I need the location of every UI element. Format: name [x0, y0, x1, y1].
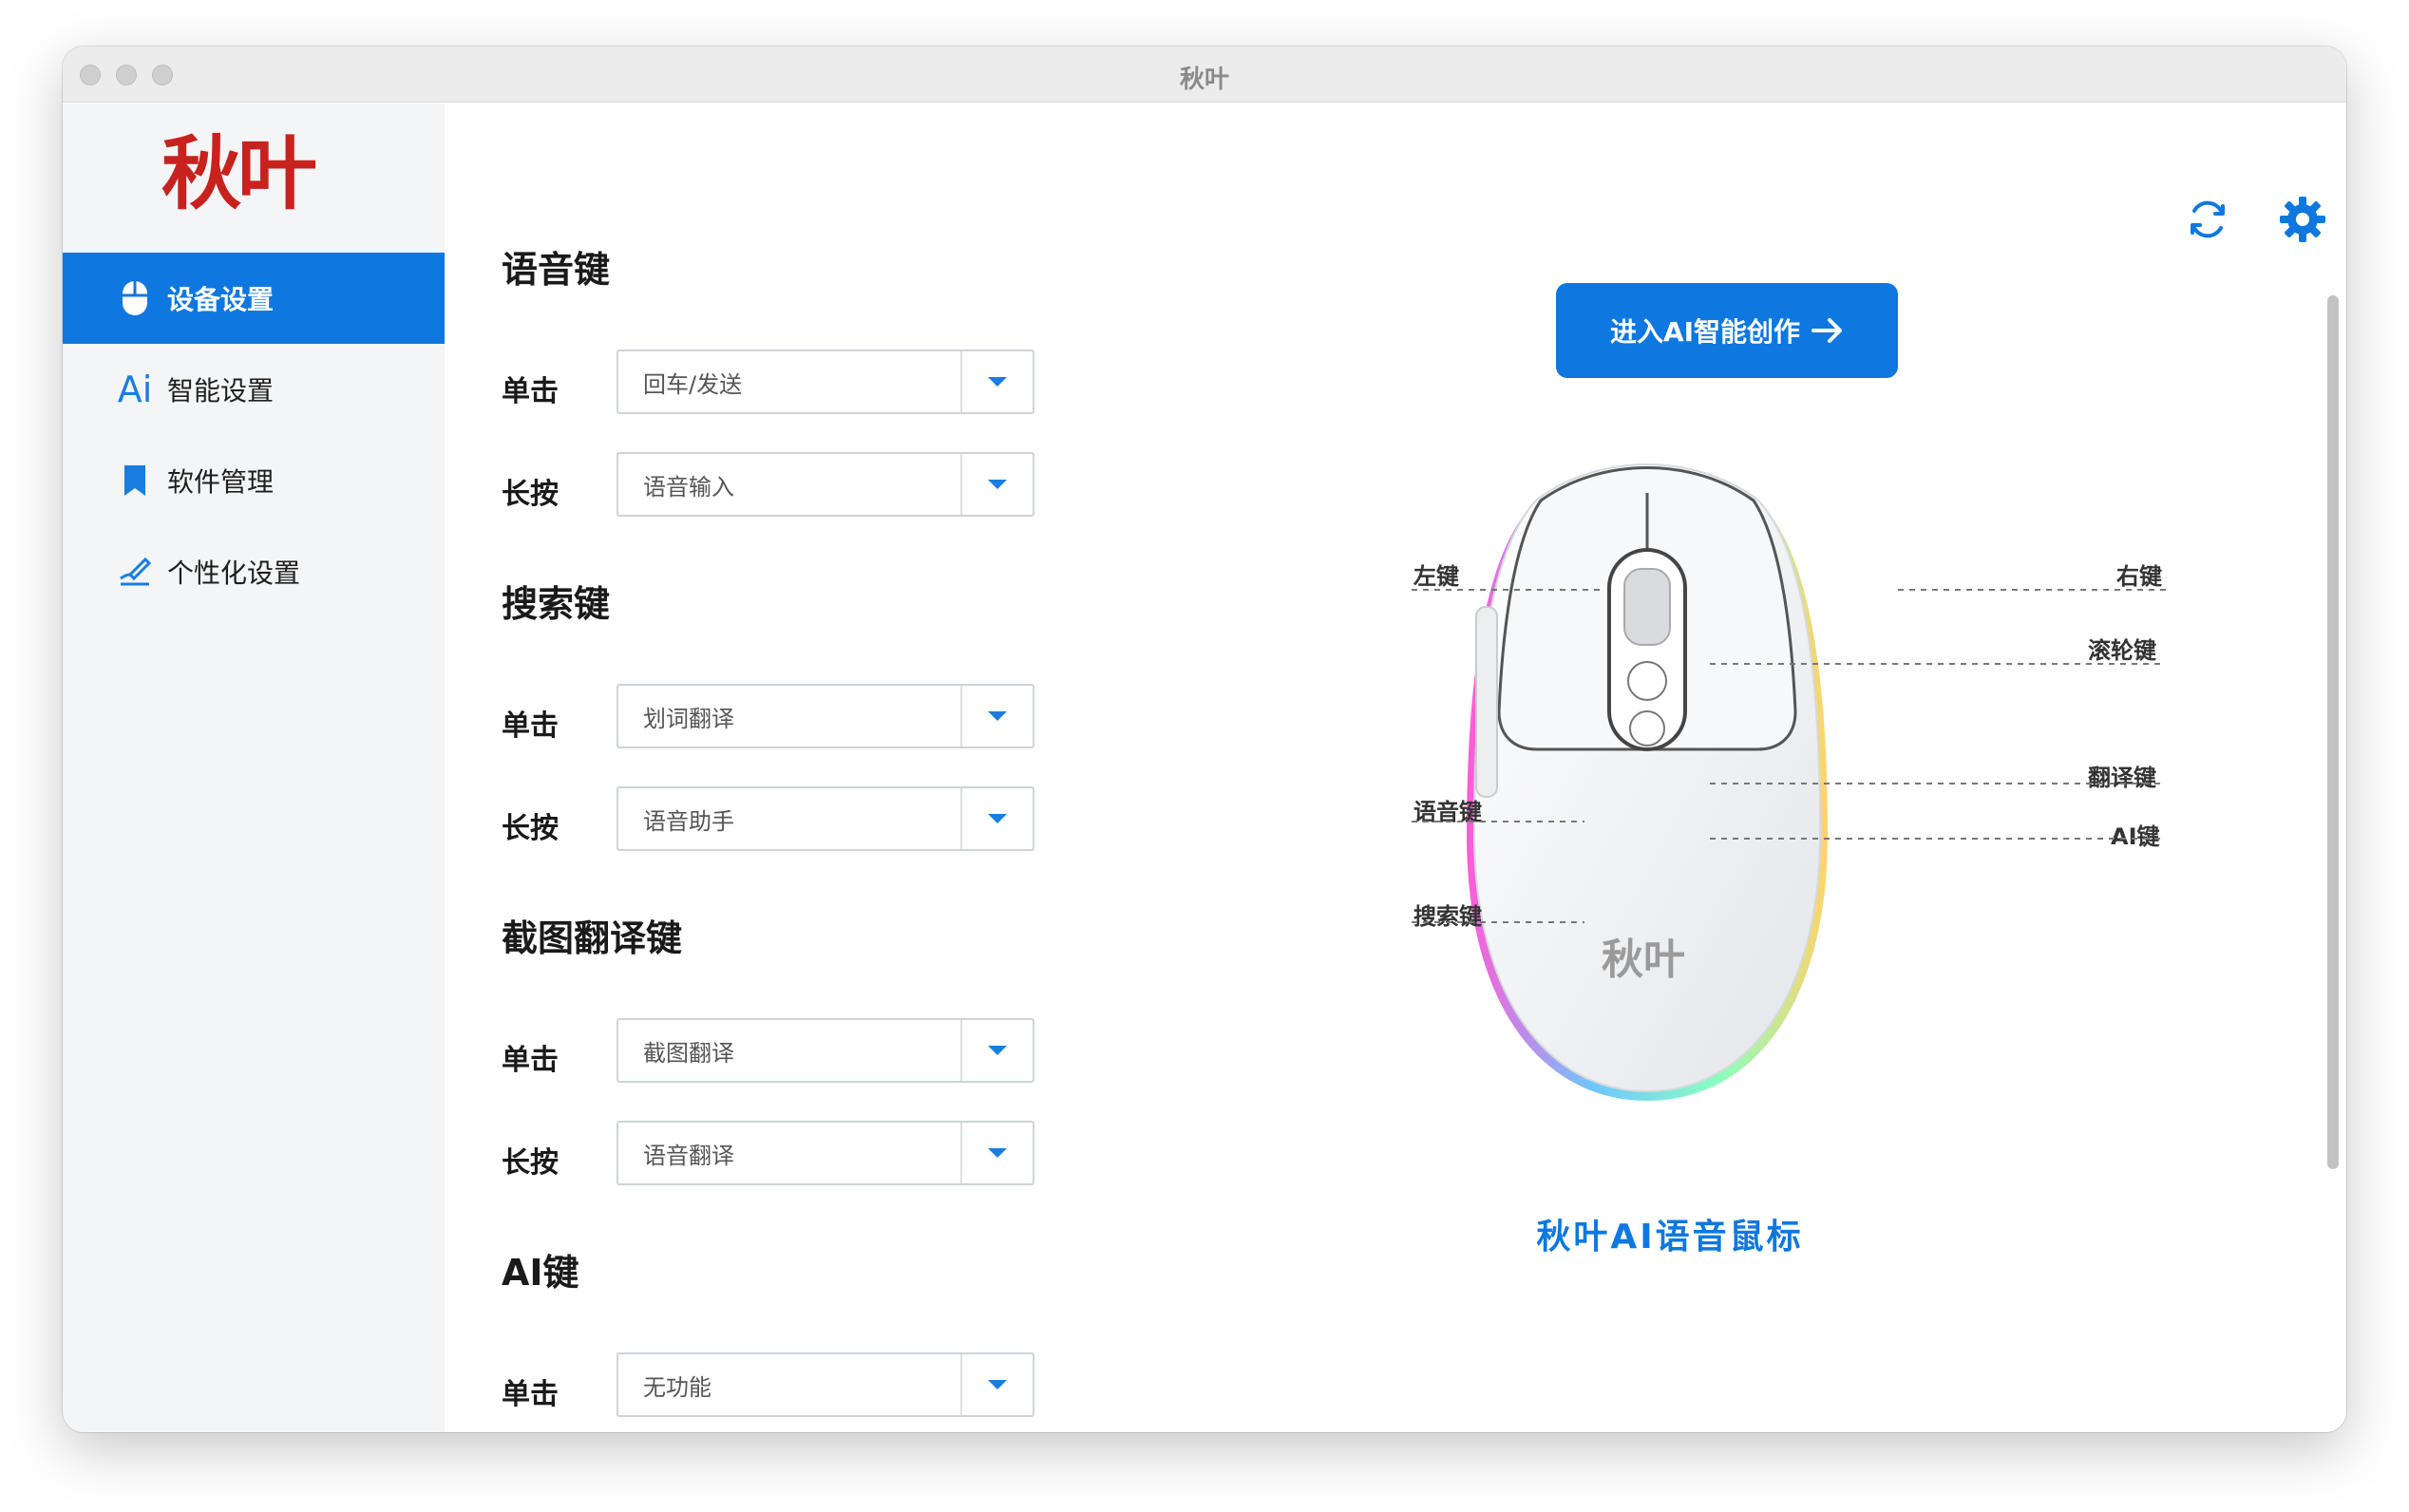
- enter-ai-creation-button[interactable]: 进入AI智能创作: [1556, 283, 1898, 378]
- dropdown-button[interactable]: [960, 1123, 1033, 1183]
- search-key-long-press-select[interactable]: 语音助手: [616, 786, 1034, 851]
- select-value: 语音助手: [643, 807, 734, 835]
- section-title-search-key: 搜索键: [502, 583, 611, 625]
- select-value: 语音输入: [643, 473, 734, 501]
- voice-key-click-select[interactable]: 回车/发送: [616, 350, 1034, 414]
- bookmark-icon: [114, 460, 156, 501]
- sidebar-item-personalization[interactable]: 个性化设置: [63, 526, 445, 617]
- arrow-right-icon: [1811, 318, 1843, 343]
- section-title-voice-key: 语音键: [502, 249, 611, 291]
- voice-key-long-press-select[interactable]: 语音输入: [616, 452, 1034, 517]
- sidebar-item-label: 智能设置: [167, 375, 275, 406]
- callout-translate-key: 翻译键: [2088, 765, 2156, 791]
- row-label-click: 单击: [502, 709, 559, 743]
- sidebar-item-ai-settings[interactable]: Ai 智能设置: [63, 344, 445, 435]
- callout-left-key: 左键: [1413, 563, 1459, 590]
- dropdown-button[interactable]: [960, 788, 1033, 849]
- caret-down-icon: [988, 1148, 1007, 1158]
- dropdown-button[interactable]: [960, 454, 1033, 515]
- row-label-long-press: 长按: [502, 478, 559, 511]
- row-label-long-press: 长按: [502, 1146, 559, 1180]
- sidebar-item-software-management[interactable]: 软件管理: [63, 435, 445, 526]
- callout-search-key: 搜索键: [1413, 903, 1482, 930]
- caret-down-icon: [988, 1380, 1007, 1389]
- sidebar-item-device-settings[interactable]: 设备设置: [63, 253, 445, 344]
- row-label-long-press: 长按: [502, 812, 559, 845]
- dropdown-button[interactable]: [960, 1354, 1033, 1415]
- refresh-icon[interactable]: [2181, 193, 2234, 246]
- mouse-brand-text: 秋叶: [1602, 936, 1685, 984]
- callout-voice-key: 语音键: [1413, 799, 1482, 825]
- dropdown-button[interactable]: [960, 1020, 1033, 1081]
- callout-scroll-wheel: 滚轮键: [2088, 637, 2156, 664]
- select-value: 截图翻译: [643, 1039, 734, 1067]
- ai-icon: Ai: [117, 369, 153, 410]
- callout-ai-key: AI键: [2111, 823, 2160, 850]
- sidebar: 秋叶 设备设置 Ai 智能设置 软件管理 个性化设置: [63, 104, 445, 1432]
- main-content: 语音键 单击 回车/发送 长按 语音输入 搜索键 单击 划词翻译 长按 语音助手…: [445, 104, 2346, 1432]
- app-window: 秋叶 秋叶 设备设置 Ai 智能设置 软件管理 个性化设置 语音键 单击 回车/…: [63, 47, 2346, 1432]
- brush-icon: [114, 551, 156, 593]
- caret-down-icon: [988, 814, 1007, 823]
- callout-right-key: 右键: [2116, 563, 2162, 590]
- sidebar-item-label: 软件管理: [167, 466, 275, 498]
- select-value: 回车/发送: [643, 370, 743, 398]
- scrollbar[interactable]: [2320, 161, 2346, 1432]
- screenshot-key-click-select[interactable]: 截图翻译: [616, 1018, 1034, 1083]
- search-key-click-select[interactable]: 划词翻译: [616, 684, 1034, 748]
- mouse-icon: [114, 277, 156, 319]
- dropdown-button[interactable]: [960, 351, 1033, 412]
- window-title: 秋叶: [1179, 66, 1229, 94]
- caret-down-icon: [988, 711, 1007, 721]
- sidebar-item-label: 设备设置: [167, 284, 275, 315]
- mouse-caption: 秋叶AI语音鼠标: [1536, 1218, 1804, 1257]
- caret-down-icon: [988, 480, 1007, 489]
- scrollbar-thumb[interactable]: [2327, 295, 2339, 1169]
- title-bar: 秋叶: [63, 47, 2346, 103]
- sidebar-item-label: 个性化设置: [167, 558, 301, 589]
- section-title-screenshot-translate-key: 截图翻译键: [502, 917, 683, 959]
- select-value: 划词翻译: [643, 705, 734, 732]
- screenshot-key-long-press-select[interactable]: 语音翻译: [616, 1121, 1034, 1185]
- section-title-ai-key: AI键: [502, 1252, 579, 1294]
- cta-label: 进入AI智能创作: [1609, 316, 1801, 348]
- select-value: 无功能: [643, 1373, 711, 1401]
- caret-down-icon: [988, 1046, 1007, 1055]
- ai-key-click-select[interactable]: 无功能: [616, 1352, 1034, 1417]
- dropdown-button[interactable]: [960, 686, 1033, 747]
- brand-logo: 秋叶: [161, 126, 317, 220]
- select-value: 语音翻译: [643, 1142, 734, 1169]
- row-label-click: 单击: [502, 1044, 559, 1077]
- caret-down-icon: [988, 377, 1007, 387]
- row-label-click: 单击: [502, 375, 559, 408]
- row-label-click: 单击: [502, 1378, 559, 1411]
